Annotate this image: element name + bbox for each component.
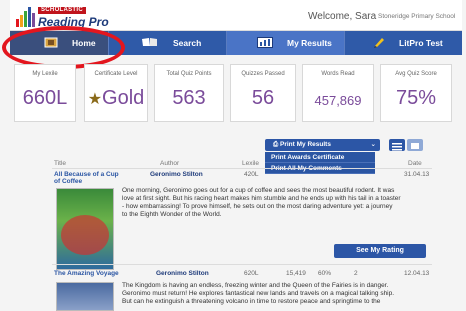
stat-label: My Lexile: [32, 71, 58, 77]
book-title-line: of Coffee: [54, 178, 83, 185]
app-frame: SCHOLASTIC Reading Pro Welcome, Sara Sto…: [0, 0, 466, 311]
logo-bars-icon: [16, 7, 35, 27]
book-lexile: 420L: [244, 171, 259, 178]
annotation-circle: [2, 26, 125, 69]
tab-litpro-test[interactable]: LitPro Test: [344, 31, 462, 55]
book-title-line: All Because of a Cup: [54, 171, 119, 178]
cover-art: [61, 215, 109, 255]
book-author: Geronimo Stilton: [150, 171, 203, 178]
book-cover-image[interactable]: [56, 282, 114, 311]
book-words: 15,419: [286, 270, 306, 277]
stat-value: 563: [172, 87, 206, 109]
book-icon: [141, 37, 159, 49]
tab-litpro-test-label: LitPro Test: [399, 38, 443, 48]
stat-label: Words Read: [321, 71, 355, 77]
print-button-label: Print My Results: [280, 141, 331, 148]
column-header-lexile: Lexile: [242, 160, 259, 167]
stat-label: Total Quiz Points: [166, 71, 212, 77]
welcome-text: Welcome, Sara: [308, 11, 377, 22]
description-line: love at first sight. But his racing hear…: [122, 195, 401, 202]
stat-value: 56: [251, 87, 275, 109]
tab-my-results[interactable]: My Results: [226, 31, 344, 55]
stat-value-wrap: ★Gold: [85, 87, 147, 110]
column-header-date: Date: [408, 160, 422, 167]
list-icon: [392, 143, 402, 151]
book-description: One morning, Geronimo goes out for a cup…: [122, 187, 440, 219]
stat-value: 457,869: [314, 93, 362, 108]
print-my-results-button[interactable]: ⎙ Print My Results ⌄: [265, 139, 380, 151]
chevron-down-icon: ⌄: [370, 141, 376, 148]
book-description: The Kingdom is having an endless, freezi…: [122, 282, 440, 306]
list-view-button[interactable]: [389, 139, 405, 151]
stat-words-read: Words Read 457,869: [302, 64, 374, 122]
book-score: 60%: [318, 270, 332, 277]
stat-label: Certificate Level: [94, 71, 138, 77]
grid-view-button[interactable]: [407, 139, 423, 151]
star-icon: ★: [87, 91, 103, 108]
book-points: 2: [354, 270, 358, 277]
brand-label: SCHOLASTIC: [38, 7, 86, 14]
stat-value: 660L: [22, 87, 68, 109]
pencil-icon: [373, 36, 385, 50]
chart-icon: [257, 36, 273, 50]
stat-quizzes-passed: Quizzes Passed 56: [230, 64, 296, 122]
book-date: 31.04.13: [404, 171, 430, 178]
book-title-link[interactable]: All Because of a Cup of Coffee: [54, 171, 119, 185]
print-menu: Print Awards Certificate Print All My Co…: [265, 152, 375, 174]
divider: [52, 264, 432, 265]
description-line: - how embarrassing! To prove himself, he…: [122, 203, 393, 210]
see-my-rating-button[interactable]: See My Rating: [334, 244, 426, 258]
stat-certificate-level: Certificate Level ★Gold: [84, 64, 148, 122]
printer-icon: ⎙: [273, 141, 281, 148]
stat-total-quiz-points: Total Quiz Points 563: [154, 64, 224, 122]
menu-item-print-certificate[interactable]: Print Awards Certificate: [265, 152, 375, 163]
tab-search-label: Search: [173, 38, 202, 48]
description-line: Geronimo must return! He explores fantas…: [122, 290, 395, 297]
column-header-title: Title: [54, 160, 67, 167]
description-line: The Kingdom is having an endless, freezi…: [122, 282, 389, 289]
tab-search[interactable]: Search: [108, 31, 226, 55]
book-author: Geronimo Stilton: [156, 270, 209, 277]
book-title-link[interactable]: The Amazing Voyage: [54, 270, 119, 277]
column-header-author: Author: [160, 160, 180, 167]
book-lexile: 620L: [244, 270, 259, 277]
stat-value: 75%: [395, 87, 437, 109]
description-line: to the Eighth Wonder of the World.: [122, 211, 222, 218]
description-line: One morning, Geronimo goes out for a cup…: [122, 187, 395, 194]
stat-my-lexile: My Lexile 660L: [14, 64, 76, 122]
school-name: Stoneridge Primary School: [378, 13, 456, 20]
grid-icon: [411, 143, 419, 149]
stat-value: Gold: [102, 87, 145, 109]
divider: [52, 168, 432, 169]
book-cover-image[interactable]: [56, 188, 114, 270]
stat-label: Avg Quiz Score: [395, 71, 437, 77]
stat-avg-quiz-score: Avg Quiz Score 75%: [380, 64, 452, 122]
book-date: 12.04.13: [404, 270, 430, 277]
description-line: But can he extinguish a threatening volc…: [122, 298, 381, 305]
tab-my-results-label: My Results: [287, 38, 332, 48]
stat-label: Quizzes Passed: [241, 71, 285, 77]
